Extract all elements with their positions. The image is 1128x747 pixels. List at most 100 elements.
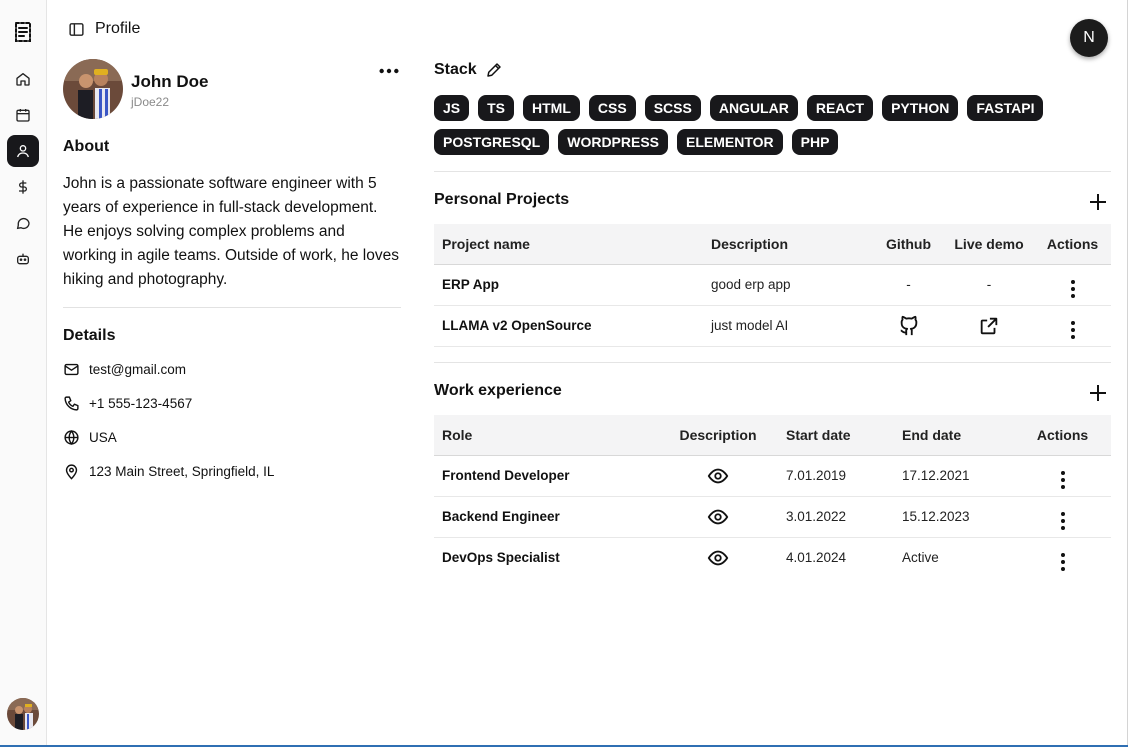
detail-email: test@gmail.com <box>63 359 186 379</box>
project-demo: - <box>986 277 992 292</box>
map-pin-icon <box>65 463 78 480</box>
logo-icon[interactable] <box>11 20 35 44</box>
phone-icon <box>64 395 79 411</box>
table-row: Frontend Developer 7.01.2019 17.12.2021 <box>434 455 1111 496</box>
github-icon <box>900 315 917 335</box>
more-vertical-icon <box>1060 511 1065 530</box>
external-link-icon <box>980 317 998 334</box>
work-start-date: 7.01.2019 <box>786 468 847 483</box>
stack-tag: POSTGRESQL <box>434 129 550 155</box>
work-role: Backend Engineer <box>442 509 560 524</box>
home-icon <box>16 73 30 86</box>
column-header: Description <box>679 426 757 443</box>
sidebar-item-billing[interactable] <box>7 171 39 203</box>
profile-name: John Doe <box>131 72 209 91</box>
email-value: test@gmail.com <box>89 361 186 377</box>
row-actions-button[interactable] <box>1014 496 1111 537</box>
table-header-row: Role Description Start date End date Act… <box>434 415 1111 455</box>
sidebar-toggle-icon[interactable] <box>68 21 85 38</box>
view-description-button[interactable] <box>658 496 778 537</box>
work-end-date: Active <box>902 550 939 566</box>
sidebar <box>0 0 47 747</box>
table-header-row: Project name Description Github Live dem… <box>434 224 1111 264</box>
column-header: Role <box>442 426 473 443</box>
work-title: Work experience <box>434 382 562 399</box>
project-name: ERP App <box>442 277 500 292</box>
row-actions-button[interactable] <box>1034 305 1111 346</box>
plus-icon <box>1090 194 1106 210</box>
sidebar-item-bot[interactable] <box>7 243 39 275</box>
user-icon <box>17 145 29 158</box>
table-row: LLAMA v2 OpenSource just model AI <box>434 305 1111 346</box>
stack-tag: PYTHON <box>882 95 959 121</box>
eye-icon <box>707 468 729 483</box>
divider <box>434 171 1111 172</box>
stack-tag: JS <box>434 95 470 121</box>
work-start-date: 3.01.2022 <box>786 509 847 524</box>
phone-value: +1 555-123-4567 <box>89 395 193 411</box>
row-actions-button[interactable] <box>1014 455 1111 496</box>
bot-icon <box>17 253 29 265</box>
detail-address: 123 Main Street, Springfield, IL <box>63 461 274 481</box>
table-row: DevOps Specialist 4.01.2024 Active <box>434 537 1111 578</box>
work-role: Frontend Developer <box>442 468 570 483</box>
project-name: LLAMA v2 OpenSource <box>442 318 592 333</box>
column-header: Actions <box>1036 426 1089 443</box>
dollar-icon <box>19 180 27 194</box>
work-role: DevOps Specialist <box>442 550 560 566</box>
more-options-button[interactable] <box>377 62 401 80</box>
stack-tag: ANGULAR <box>709 95 798 121</box>
stack-tag: WORDPRESS <box>558 129 669 155</box>
column-header: Actions <box>1046 235 1099 252</box>
divider <box>434 362 1111 363</box>
project-description: good erp app <box>711 277 791 292</box>
user-avatar[interactable] <box>7 698 39 730</box>
sidebar-item-calendar[interactable] <box>7 99 39 131</box>
account-avatar-button[interactable]: N <box>1070 19 1108 57</box>
view-description-button[interactable] <box>658 455 778 496</box>
calendar-icon <box>16 109 30 122</box>
live-demo-link[interactable] <box>944 305 1034 346</box>
profile-username: jDoe22 <box>131 95 170 109</box>
eye-icon <box>707 509 729 524</box>
stack-tag: CSS <box>588 95 636 121</box>
projects-title: Personal Projects <box>434 191 570 208</box>
account-avatar-letter: N <box>1083 29 1095 46</box>
stack-tag: PHP <box>791 129 839 155</box>
row-actions-button[interactable] <box>1034 264 1111 305</box>
stack-tag: SCSS <box>644 95 701 121</box>
more-vertical-icon <box>1070 320 1075 339</box>
page-header: Profile <box>68 18 140 40</box>
sidebar-item-chat[interactable] <box>7 207 39 239</box>
view-description-button[interactable] <box>658 537 778 578</box>
row-actions-button[interactable] <box>1014 537 1111 578</box>
stack-header: Stack <box>434 61 503 79</box>
github-link[interactable] <box>873 305 944 346</box>
column-header: Live demo <box>954 235 1024 252</box>
column-header: Github <box>885 235 932 252</box>
eye-icon <box>707 550 729 566</box>
column-header: Start date <box>786 426 851 443</box>
column-header: Description <box>711 235 789 252</box>
pencil-icon[interactable] <box>485 61 503 79</box>
stack-tags: JS TS HTML CSS SCSS ANGULAR REACT PYTHON… <box>434 95 1114 155</box>
globe-icon <box>64 429 79 445</box>
table-row: ERP App good erp app - - <box>434 264 1111 305</box>
work-start-date: 4.01.2024 <box>786 550 847 566</box>
table-row: Backend Engineer 3.01.2022 15.12.2023 <box>434 496 1111 537</box>
profile-avatar <box>63 59 123 119</box>
address-value: 123 Main Street, Springfield, IL <box>89 463 275 479</box>
page-title: Profile <box>95 20 141 37</box>
more-horizontal-icon <box>379 68 399 74</box>
about-text: John is a passionate software engineer w… <box>63 175 399 288</box>
add-work-button[interactable] <box>1088 383 1108 403</box>
more-vertical-icon <box>1070 279 1075 298</box>
work-end-date: 15.12.2023 <box>902 509 970 524</box>
add-project-button[interactable] <box>1088 192 1108 212</box>
more-vertical-icon <box>1060 552 1065 571</box>
sidebar-item-home[interactable] <box>7 63 39 95</box>
about-title: About <box>63 138 110 155</box>
sidebar-item-profile[interactable] <box>7 135 39 167</box>
details-title: Details <box>63 327 116 344</box>
detail-country: USA <box>63 427 117 447</box>
